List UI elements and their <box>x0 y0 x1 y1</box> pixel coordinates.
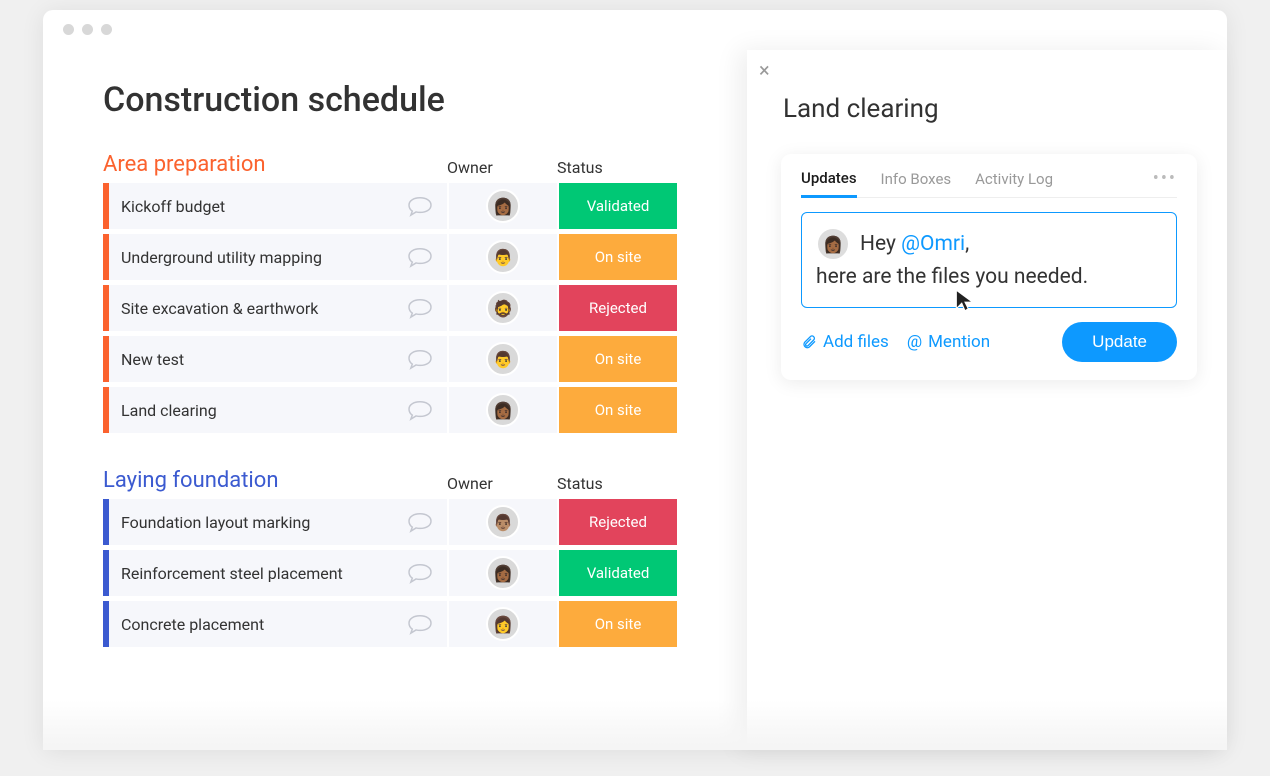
owner-cell[interactable]: 👨 <box>447 234 557 280</box>
comment-icon[interactable] <box>405 246 435 268</box>
status-cell[interactable]: Validated <box>557 550 677 596</box>
owner-cell[interactable]: 👩🏾 <box>447 183 557 229</box>
comment-icon[interactable] <box>405 613 435 635</box>
status-cell[interactable]: On site <box>557 601 677 647</box>
mention-button[interactable]: @ Mention <box>907 332 990 352</box>
comment-icon[interactable] <box>405 511 435 533</box>
compose-prefix: Hey <box>860 232 901 256</box>
task-name-cell[interactable]: Reinforcement steel placement <box>109 550 447 596</box>
tab-info-boxes[interactable]: Info Boxes <box>881 170 952 196</box>
compose-text-line1: Hey @Omri, <box>860 230 969 258</box>
paperclip-icon <box>801 334 817 350</box>
tab-updates[interactable]: Updates <box>801 169 857 198</box>
avatar: 👨 <box>486 342 520 376</box>
panel-title: Land clearing <box>783 94 1197 124</box>
status-cell[interactable]: On site <box>557 387 677 433</box>
task-name-cell[interactable]: Foundation layout marking <box>109 499 447 545</box>
section-title[interactable]: Laying foundation <box>103 468 447 493</box>
avatar: 👨 <box>486 240 520 274</box>
avatar: 👩🏾 <box>486 189 520 223</box>
window-traffic-lights <box>63 24 112 35</box>
section-title[interactable]: Area preparation <box>103 152 447 177</box>
owner-cell[interactable]: 🧔 <box>447 285 557 331</box>
comment-icon[interactable] <box>405 297 435 319</box>
task-name: Site excavation & earthwork <box>121 299 318 318</box>
task-name: Reinforcement steel placement <box>121 564 343 583</box>
column-header-owner: Owner <box>447 474 557 493</box>
update-button[interactable]: Update <box>1062 322 1177 362</box>
at-icon: @ <box>907 332 922 352</box>
traffic-light-zoom[interactable] <box>101 24 112 35</box>
comment-icon[interactable] <box>405 195 435 217</box>
tab-activity-log[interactable]: Activity Log <box>975 170 1053 196</box>
status-cell[interactable]: Validated <box>557 183 677 229</box>
tab-more-icon[interactable]: ••• <box>1153 168 1177 197</box>
app-window: Construction schedule Area preparationOw… <box>43 10 1227 750</box>
update-card: Updates Info Boxes Activity Log ••• 👩🏾 H… <box>781 154 1197 380</box>
owner-cell[interactable]: 👨 <box>447 336 557 382</box>
task-name-cell[interactable]: Kickoff budget <box>109 183 447 229</box>
avatar: 👩🏾 <box>486 556 520 590</box>
task-name: Land clearing <box>121 401 217 420</box>
status-cell[interactable]: Rejected <box>557 285 677 331</box>
window-body: Construction schedule Area preparationOw… <box>43 50 1227 750</box>
traffic-light-minimize[interactable] <box>82 24 93 35</box>
task-side-panel: × Land clearing Updates Info Boxes Activ… <box>747 50 1227 750</box>
compose-mention[interactable]: @Omri <box>901 232 965 256</box>
close-icon[interactable]: × <box>759 58 770 82</box>
task-name-cell[interactable]: Concrete placement <box>109 601 447 647</box>
owner-cell[interactable]: 👩🏾 <box>447 387 557 433</box>
traffic-light-close[interactable] <box>63 24 74 35</box>
task-name-cell[interactable]: Underground utility mapping <box>109 234 447 280</box>
avatar: 🧔 <box>486 291 520 325</box>
task-name: New test <box>121 350 184 369</box>
add-files-label: Add files <box>823 332 889 352</box>
cursor-icon <box>952 287 978 313</box>
owner-cell[interactable]: 👩 <box>447 601 557 647</box>
compose-avatar: 👩🏾 <box>816 227 850 261</box>
status-cell[interactable]: On site <box>557 234 677 280</box>
avatar: 👩 <box>486 607 520 641</box>
panel-tabs: Updates Info Boxes Activity Log ••• <box>801 168 1177 198</box>
column-header-owner: Owner <box>447 158 557 177</box>
comment-icon[interactable] <box>405 348 435 370</box>
avatar: 👨🏽 <box>486 505 520 539</box>
column-header-status: Status <box>557 474 677 493</box>
owner-cell[interactable]: 👩🏾 <box>447 550 557 596</box>
task-name: Concrete placement <box>121 615 264 634</box>
mention-label: Mention <box>928 332 990 352</box>
task-name: Underground utility mapping <box>121 248 322 267</box>
comment-icon[interactable] <box>405 399 435 421</box>
avatar: 👩🏾 <box>486 393 520 427</box>
task-name: Kickoff budget <box>121 197 225 216</box>
compose-actions: Add files @ Mention Update <box>801 322 1177 362</box>
task-name: Foundation layout marking <box>121 513 310 532</box>
compose-suffix: , <box>965 232 969 256</box>
comment-icon[interactable] <box>405 562 435 584</box>
status-cell[interactable]: Rejected <box>557 499 677 545</box>
compose-box[interactable]: 👩🏾 Hey @Omri, here are the files you nee… <box>801 212 1177 308</box>
column-header-status: Status <box>557 158 677 177</box>
task-name-cell[interactable]: Land clearing <box>109 387 447 433</box>
owner-cell[interactable]: 👨🏽 <box>447 499 557 545</box>
status-cell[interactable]: On site <box>557 336 677 382</box>
add-files-button[interactable]: Add files <box>801 332 889 352</box>
task-name-cell[interactable]: Site excavation & earthwork <box>109 285 447 331</box>
compose-text-line2: here are the files you needed. <box>816 265 1160 289</box>
task-name-cell[interactable]: New test <box>109 336 447 382</box>
